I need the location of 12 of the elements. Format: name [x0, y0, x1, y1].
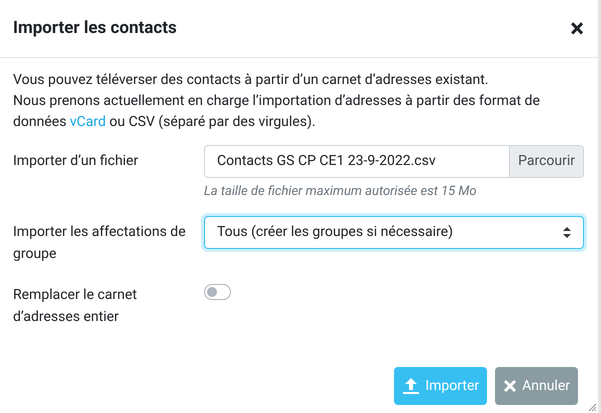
file-size-hint: La taille de fichier maximum autorisée est 15 Mo: [204, 183, 478, 201]
field-label: Remplacer le carnet d’adresses entier: [13, 286, 138, 326]
toggle-switch[interactable]: [204, 284, 231, 300]
field-label: Importer les affectations de groupe: [13, 222, 187, 264]
close-icon: [503, 379, 518, 393]
field-label: Importer d’un fichier: [13, 152, 140, 171]
dialog-title: Importer les contacts: [13, 16, 177, 40]
upload-icon: [402, 377, 420, 395]
sort-caret-icon: [563, 226, 571, 238]
resize-handle-icon: [588, 403, 597, 412]
group-select[interactable]: Tous (créer les groupes si nécessaire): [204, 216, 584, 248]
description-text: Vous pouvez téléverser des contacts à partir d’un carnet d’adresses existant. Nous prenons actuellement en charge l’importation d’adresses à partir des format de données vCard ou CSV (séparé par des virgules).: [13, 71, 541, 132]
